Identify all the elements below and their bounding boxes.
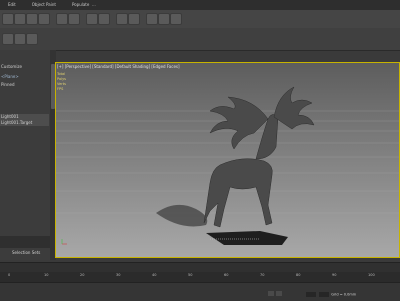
viewport-statistics: Total Polys Verts FPS [57, 72, 66, 92]
create-panel-icon[interactable] [2, 33, 14, 45]
render-setup-icon[interactable] [158, 13, 170, 25]
lock-selection-icon[interactable] [268, 291, 274, 296]
snap-tool-icon[interactable] [86, 13, 98, 25]
ribbon-more-button[interactable]: ... [92, 2, 96, 7]
material-editor-icon[interactable] [146, 13, 158, 25]
selection-sets-label[interactable]: Selection Sets [12, 250, 40, 255]
model-base [206, 231, 288, 245]
tick-label: 40 [152, 273, 157, 277]
coordinate-fields: Grid = 0.0mm [305, 292, 356, 297]
viewport-scene [56, 86, 399, 245]
panel-item[interactable]: <Plane> [0, 74, 49, 80]
tick-label: 60 [224, 273, 229, 277]
main-toolbar [0, 10, 400, 29]
panel-bottom-bar [0, 236, 50, 248]
hierarchy-panel-icon[interactable] [26, 33, 38, 45]
tick-label: 70 [260, 273, 265, 277]
unlink-tool-icon[interactable] [68, 13, 80, 25]
panel-header[interactable]: Customize [0, 64, 49, 70]
secondary-toolbar [0, 28, 400, 51]
render-icon[interactable] [170, 13, 182, 25]
modify-panel-icon[interactable] [14, 33, 26, 45]
stat-fps: FPS [57, 87, 64, 91]
ribbon-bar: Edit Object Paint Populate ... [0, 0, 400, 10]
absolute-mode-icon[interactable] [276, 291, 282, 296]
tab-object-paint[interactable]: Object Paint [24, 2, 64, 7]
tick-label: 90 [332, 273, 337, 277]
perspective-viewport[interactable] [55, 62, 400, 258]
tab-edit[interactable]: Edit [0, 2, 24, 7]
axis-gizmo-icon [61, 239, 67, 245]
track-bar[interactable]: 0 10 20 30 40 50 60 70 80 90 100 [0, 272, 400, 282]
y-coord-field[interactable] [319, 292, 330, 297]
panel-item[interactable]: Pinned [0, 82, 49, 88]
mirror-icon[interactable] [116, 13, 128, 25]
scene-object-row[interactable]: Light001.Target [0, 120, 49, 126]
model-shadow [156, 204, 208, 227]
grid-readout: Grid = 0.0mm [331, 292, 357, 297]
move-tool-icon[interactable] [14, 13, 26, 25]
viewport-label[interactable]: [+] [Perspective] [Standard] [Default Sh… [57, 64, 180, 69]
tick-label: 80 [296, 273, 301, 277]
tick-label: 30 [116, 273, 121, 277]
angle-snap-icon[interactable] [98, 13, 110, 25]
select-tool-icon[interactable] [2, 13, 14, 25]
tick-label: 100 [368, 273, 375, 277]
rotate-tool-icon[interactable] [26, 13, 38, 25]
align-icon[interactable] [128, 13, 140, 25]
scale-tool-icon[interactable] [38, 13, 50, 25]
tick-label: 20 [80, 273, 85, 277]
tick-label: 0 [8, 273, 11, 277]
command-panel: Customize <Plane> Pinned Light001 Light0… [0, 50, 51, 260]
link-tool-icon[interactable] [56, 13, 68, 25]
x-coord-field[interactable] [306, 292, 316, 297]
tick-label: 10 [44, 273, 49, 277]
tick-label: 50 [188, 273, 193, 277]
